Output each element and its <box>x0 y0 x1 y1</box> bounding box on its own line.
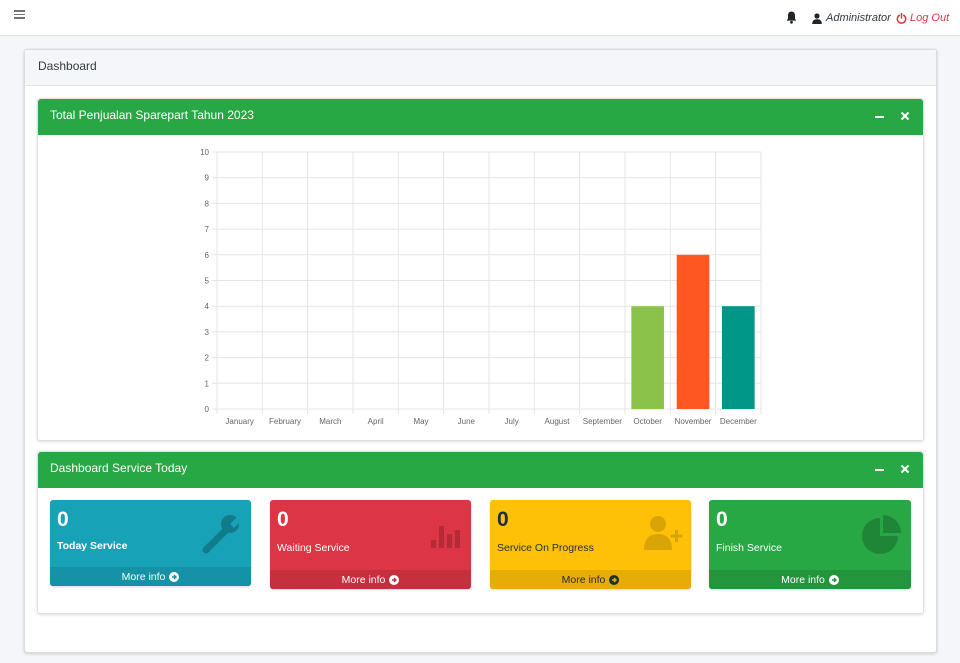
more-info-label: More info <box>781 573 825 586</box>
more-info-label: More info <box>121 570 166 583</box>
x-tick-label: March <box>319 417 341 426</box>
finish-service-box: 0 Finish Service More info <box>709 500 911 589</box>
today-service-more-info[interactable]: More info <box>50 567 251 586</box>
more-info-label: More info <box>561 573 606 586</box>
today-service-label: Today Service <box>57 540 128 552</box>
menu-toggle-icon[interactable] <box>14 10 25 19</box>
y-tick-label: 10 <box>200 148 209 157</box>
y-tick-label: 9 <box>205 174 210 183</box>
logout-button[interactable]: Log Out <box>896 11 949 25</box>
finish-service-label: Finish Service <box>716 542 782 554</box>
y-tick-label: 3 <box>205 328 210 337</box>
y-tick-label: 5 <box>205 277 210 286</box>
x-tick-label: May <box>413 417 428 426</box>
close-icon[interactable] <box>900 463 910 475</box>
user-name: Administrator <box>826 12 891 24</box>
progress-service-more-info[interactable]: More info <box>490 570 691 589</box>
progress-service-box: 0 Service On Progress More info <box>490 500 691 589</box>
finish-service-more-info[interactable]: More info <box>709 570 911 589</box>
bar <box>631 306 664 409</box>
today-service-count: 0 <box>57 508 69 531</box>
x-tick-label: October <box>633 417 662 426</box>
close-icon[interactable] <box>900 110 910 122</box>
progress-service-label: Service On Progress <box>497 542 594 554</box>
dashboard-card-header: Dashboard <box>25 50 936 86</box>
x-tick-label: June <box>458 417 476 426</box>
x-tick-label: January <box>225 417 253 426</box>
x-tick-label: November <box>675 417 712 426</box>
logout-label: Log Out <box>910 12 950 24</box>
arrow-right-circle-icon <box>828 574 839 585</box>
bar <box>676 254 710 409</box>
waiting-service-box: 0 Waiting Service More info <box>270 500 471 589</box>
arrow-right-circle-icon <box>169 571 180 582</box>
x-tick-label: April <box>368 417 384 426</box>
page-title: Dashboard <box>38 59 97 73</box>
service-panel-title: Dashboard Service Today <box>50 461 188 475</box>
sales-panel-header: Total Penjualan Sparepart Tahun 2023 <box>38 99 923 135</box>
waiting-service-label: Waiting Service <box>277 542 350 554</box>
service-panel-header: Dashboard Service Today <box>38 452 923 488</box>
x-tick-label: September <box>583 417 622 426</box>
y-tick-label: 6 <box>205 251 210 260</box>
bell-icon[interactable] <box>786 11 797 24</box>
user-icon <box>812 12 822 24</box>
x-tick-label: July <box>505 417 519 426</box>
collapse-icon[interactable] <box>875 116 884 118</box>
wrench-icon <box>202 515 242 554</box>
sales-chart-panel: Total Penjualan Sparepart Tahun 2023 0 1 2… <box>37 98 924 441</box>
bar-chart-icon <box>431 526 460 548</box>
waiting-service-count: 0 <box>277 508 289 531</box>
collapse-icon[interactable] <box>875 469 884 471</box>
pie-chart-icon <box>862 515 901 554</box>
service-panel: Dashboard Service Today 0 Today Service … <box>37 451 924 614</box>
y-tick-label: 1 <box>205 379 210 388</box>
power-icon <box>896 12 907 24</box>
y-tick-label: 4 <box>205 302 210 311</box>
x-tick-label: August <box>545 417 571 426</box>
user-menu[interactable]: Administrator <box>812 11 891 25</box>
more-info-label: More info <box>341 573 386 586</box>
arrow-right-circle-icon <box>389 574 400 585</box>
waiting-service-more-info[interactable]: More info <box>270 570 471 589</box>
y-tick-label: 0 <box>205 405 210 414</box>
top-navbar: Administrator Log Out <box>0 0 960 36</box>
y-tick-label: 8 <box>205 199 210 208</box>
sales-bar-chart: 0 1 2 3 4 5 6 7 8 9 10 January February March April May… <box>200 148 762 426</box>
y-tick-label: 2 <box>205 354 210 363</box>
bar <box>722 306 755 409</box>
today-service-box: 0 Today Service More info <box>50 500 251 586</box>
y-tick-label: 7 <box>205 225 210 234</box>
finish-service-count: 0 <box>716 508 728 531</box>
user-plus-icon <box>644 516 683 550</box>
x-tick-label: December <box>720 417 757 426</box>
progress-service-count: 0 <box>497 508 509 531</box>
arrow-right-circle-icon <box>609 574 620 585</box>
x-tick-label: February <box>269 417 301 426</box>
sales-panel-title: Total Penjualan Sparepart Tahun 2023 <box>50 108 254 122</box>
